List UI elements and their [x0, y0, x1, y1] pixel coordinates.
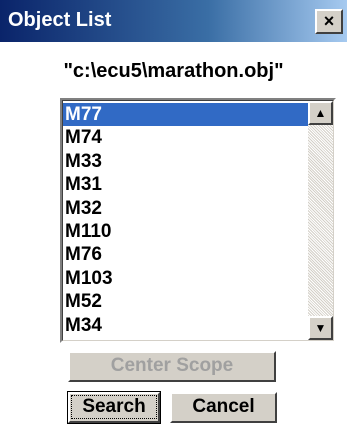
scroll-up-button[interactable]: ▲: [308, 101, 333, 125]
cancel-button[interactable]: Cancel: [170, 392, 277, 423]
search-button-label: Search: [71, 395, 157, 419]
close-button[interactable]: ×: [315, 9, 343, 34]
list-item[interactable]: M52: [63, 290, 309, 313]
scroll-down-button[interactable]: ▼: [308, 316, 333, 340]
center-scope-button[interactable]: Center Scope: [68, 351, 276, 382]
list-item[interactable]: M34: [63, 314, 309, 337]
list-item[interactable]: M33: [63, 150, 309, 173]
list-item[interactable]: M74: [63, 126, 309, 149]
vertical-scrollbar[interactable]: ▲ ▼: [308, 101, 333, 340]
list-item[interactable]: M31: [63, 173, 309, 196]
file-path-label: "c:\ecu5\marathon.obj": [63, 60, 284, 82]
search-button[interactable]: Search: [67, 391, 161, 424]
title-bar: Object List ×: [0, 0, 347, 42]
listbox-frame: M77 M74 M33 M31 M32 M110 M76 M103 M52 M3…: [62, 100, 334, 341]
arrow-down-icon: ▼: [314, 321, 327, 335]
list-item[interactable]: M103: [63, 267, 309, 290]
list-item[interactable]: M76: [63, 243, 309, 266]
list-item[interactable]: M110: [63, 220, 309, 243]
window-title: Object List: [8, 9, 112, 31]
object-list: M77 M74 M33 M31 M32 M110 M76 M103 M52 M3…: [63, 103, 309, 337]
object-listbox[interactable]: M77 M74 M33 M31 M32 M110 M76 M103 M52 M3…: [60, 98, 336, 343]
arrow-up-icon: ▲: [314, 106, 327, 120]
list-item[interactable]: M32: [63, 197, 309, 220]
close-icon: ×: [323, 11, 335, 31]
list-item[interactable]: M77: [63, 103, 309, 127]
